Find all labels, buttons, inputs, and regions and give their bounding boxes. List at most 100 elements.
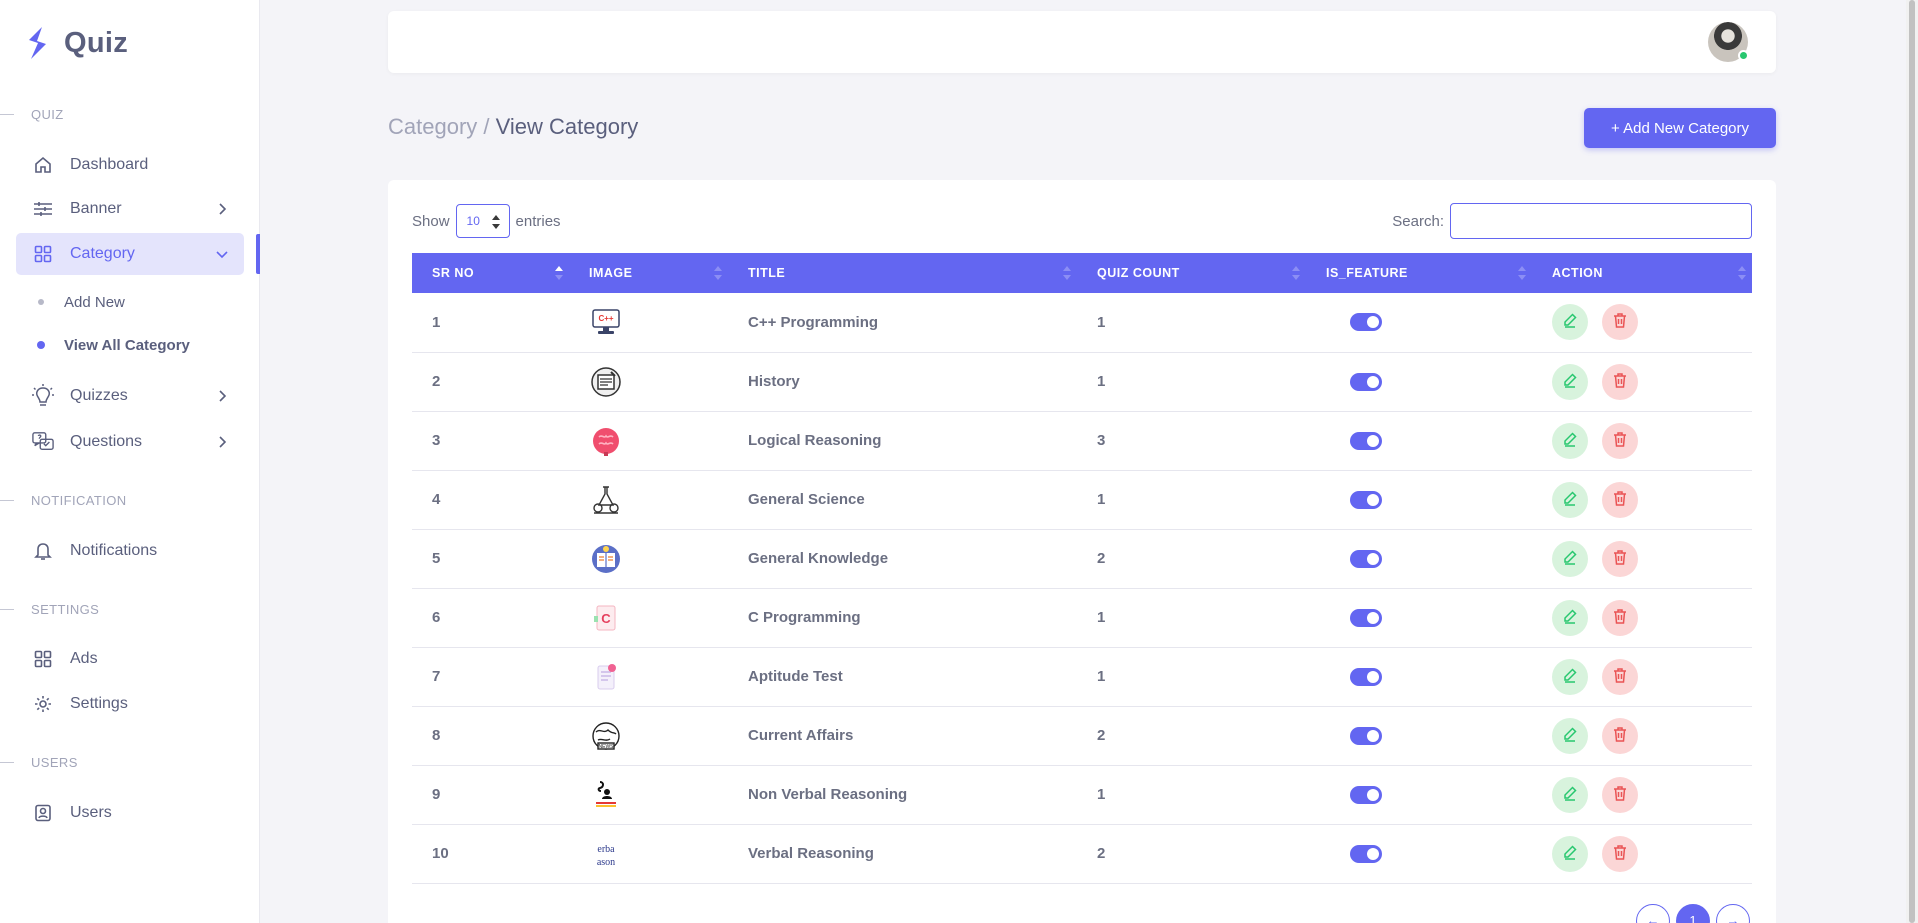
edit-button[interactable] bbox=[1552, 422, 1588, 459]
edit-button[interactable] bbox=[1552, 658, 1588, 695]
edit-button[interactable] bbox=[1552, 776, 1588, 813]
image-cell bbox=[569, 529, 728, 588]
sidebar-item-category[interactable]: Category bbox=[16, 233, 244, 275]
image-cell bbox=[569, 470, 728, 529]
scrollbar-thumb[interactable] bbox=[1909, 0, 1915, 923]
delete-button[interactable] bbox=[1602, 658, 1638, 695]
avatar[interactable] bbox=[1708, 22, 1749, 62]
edit-button[interactable] bbox=[1552, 363, 1588, 400]
feature-toggle[interactable] bbox=[1350, 313, 1382, 332]
feature-toggle[interactable] bbox=[1350, 785, 1382, 804]
sidebar-item-notifications[interactable]: Notifications bbox=[16, 530, 244, 572]
scrollbar[interactable] bbox=[1906, 0, 1918, 923]
title-cell: Logical Reasoning bbox=[748, 432, 882, 449]
column-header-action[interactable]: ACTION bbox=[1532, 253, 1752, 293]
add-new-category-button[interactable]: + Add New Category bbox=[1584, 108, 1776, 148]
section-notification: NOTIFICATION bbox=[0, 493, 127, 508]
column-header-is-feature[interactable]: IS_FEATURE bbox=[1306, 253, 1532, 293]
title-cell: Verbal Reasoning bbox=[748, 845, 874, 862]
sidebar-item-label: Quizzes bbox=[70, 387, 128, 404]
topbar bbox=[388, 11, 1776, 73]
grid-icon bbox=[32, 648, 54, 670]
delete-button[interactable] bbox=[1602, 363, 1638, 400]
edit-button[interactable] bbox=[1552, 835, 1588, 872]
next-page-button[interactable]: → bbox=[1716, 904, 1750, 923]
delete-button[interactable] bbox=[1602, 599, 1638, 636]
sidebar-item-label: Dashboard bbox=[70, 156, 149, 173]
sr-no-cell: 2 bbox=[432, 373, 441, 390]
brand[interactable]: Quiz bbox=[24, 26, 128, 60]
category-table-card: Show 10 entries Search: SR NO IMAGE TITL… bbox=[388, 180, 1776, 923]
feature-toggle[interactable] bbox=[1350, 726, 1382, 745]
prev-page-button[interactable]: ← bbox=[1636, 904, 1670, 923]
sidebar-item-label: Ads bbox=[70, 650, 98, 667]
is-feature-cell bbox=[1306, 470, 1532, 529]
breadcrumb-parent[interactable]: Category bbox=[388, 114, 477, 139]
sr-no-cell: 1 bbox=[432, 313, 441, 331]
sidebar-subitem-view-all[interactable]: View All Category bbox=[16, 327, 244, 363]
delete-button[interactable] bbox=[1602, 776, 1638, 813]
trash-icon bbox=[1612, 667, 1628, 687]
table-row: 9 Non Verbal Reasoning 1 bbox=[412, 765, 1752, 824]
feature-toggle[interactable] bbox=[1350, 608, 1382, 627]
is-feature-cell bbox=[1306, 293, 1532, 352]
column-header-title[interactable]: TITLE bbox=[728, 253, 1077, 293]
feature-toggle[interactable] bbox=[1350, 549, 1382, 568]
delete-button[interactable] bbox=[1602, 540, 1638, 577]
pencil-icon bbox=[1562, 490, 1578, 510]
science-icon bbox=[589, 483, 623, 517]
sidebar-item-quizzes[interactable]: Quizzes bbox=[16, 375, 244, 417]
table-row: 2 History 1 bbox=[412, 352, 1752, 411]
edit-button[interactable] bbox=[1552, 717, 1588, 754]
sidebar-item-dashboard[interactable]: Dashboard bbox=[16, 144, 244, 186]
sidebar-item-label: Category bbox=[70, 245, 135, 262]
feature-toggle[interactable] bbox=[1350, 667, 1382, 686]
sidebar-item-questions[interactable]: Questions bbox=[16, 421, 244, 463]
column-header-sr-no[interactable]: SR NO bbox=[412, 253, 569, 293]
feature-toggle[interactable] bbox=[1350, 372, 1382, 391]
pencil-icon bbox=[1562, 312, 1578, 332]
action-cell bbox=[1532, 352, 1752, 411]
sidebar-item-settings[interactable]: Settings bbox=[16, 683, 244, 725]
delete-button[interactable] bbox=[1602, 481, 1638, 518]
quiz-count-cell: 1 bbox=[1097, 668, 1106, 685]
svg-text:C: C bbox=[601, 611, 611, 626]
action-cell bbox=[1532, 529, 1752, 588]
search-label: Search: bbox=[1392, 212, 1444, 230]
delete-button[interactable] bbox=[1602, 304, 1638, 341]
sidebar-item-label: Add New bbox=[64, 293, 125, 311]
table-row: 1 C++ C++ Programming 1 bbox=[412, 293, 1752, 352]
edit-button[interactable] bbox=[1552, 481, 1588, 518]
image-cell bbox=[569, 765, 728, 824]
feature-toggle[interactable] bbox=[1350, 490, 1382, 509]
feature-toggle[interactable] bbox=[1350, 844, 1382, 863]
edit-button[interactable] bbox=[1552, 304, 1588, 341]
sidebar-item-users[interactable]: Users bbox=[16, 792, 244, 834]
delete-button[interactable] bbox=[1602, 717, 1638, 754]
delete-button[interactable] bbox=[1602, 835, 1638, 872]
pencil-icon bbox=[1562, 844, 1578, 864]
title-cell: Non Verbal Reasoning bbox=[748, 786, 908, 803]
action-cell bbox=[1532, 765, 1752, 824]
breadcrumb: Category / View Category bbox=[388, 114, 638, 140]
feature-toggle[interactable] bbox=[1350, 431, 1382, 450]
entries-select[interactable]: 10 bbox=[455, 204, 510, 238]
pencil-icon bbox=[1562, 667, 1578, 687]
page-1-button[interactable]: 1 bbox=[1676, 904, 1710, 923]
column-header-image[interactable]: IMAGE bbox=[569, 253, 728, 293]
search-input[interactable] bbox=[1450, 203, 1752, 239]
sr-no-cell: 6 bbox=[432, 609, 441, 626]
sliders-icon bbox=[32, 198, 54, 220]
pencil-icon bbox=[1562, 726, 1578, 746]
sidebar-subitem-add-new[interactable]: Add New bbox=[16, 284, 244, 320]
column-header-quiz-count[interactable]: QUIZ COUNT bbox=[1077, 253, 1306, 293]
title-cell: General Knowledge bbox=[748, 550, 889, 567]
delete-button[interactable] bbox=[1602, 422, 1638, 459]
table-header-row: SR NO IMAGE TITLE QUIZ COUNT IS_FEATURE … bbox=[412, 253, 1752, 293]
home-icon bbox=[32, 154, 54, 176]
edit-button[interactable] bbox=[1552, 540, 1588, 577]
table-row: 3 Logical Reasoning 3 bbox=[412, 411, 1752, 470]
sidebar-item-banner[interactable]: Banner bbox=[16, 188, 244, 230]
edit-button[interactable] bbox=[1552, 599, 1588, 636]
sidebar-item-ads[interactable]: Ads bbox=[16, 638, 244, 680]
